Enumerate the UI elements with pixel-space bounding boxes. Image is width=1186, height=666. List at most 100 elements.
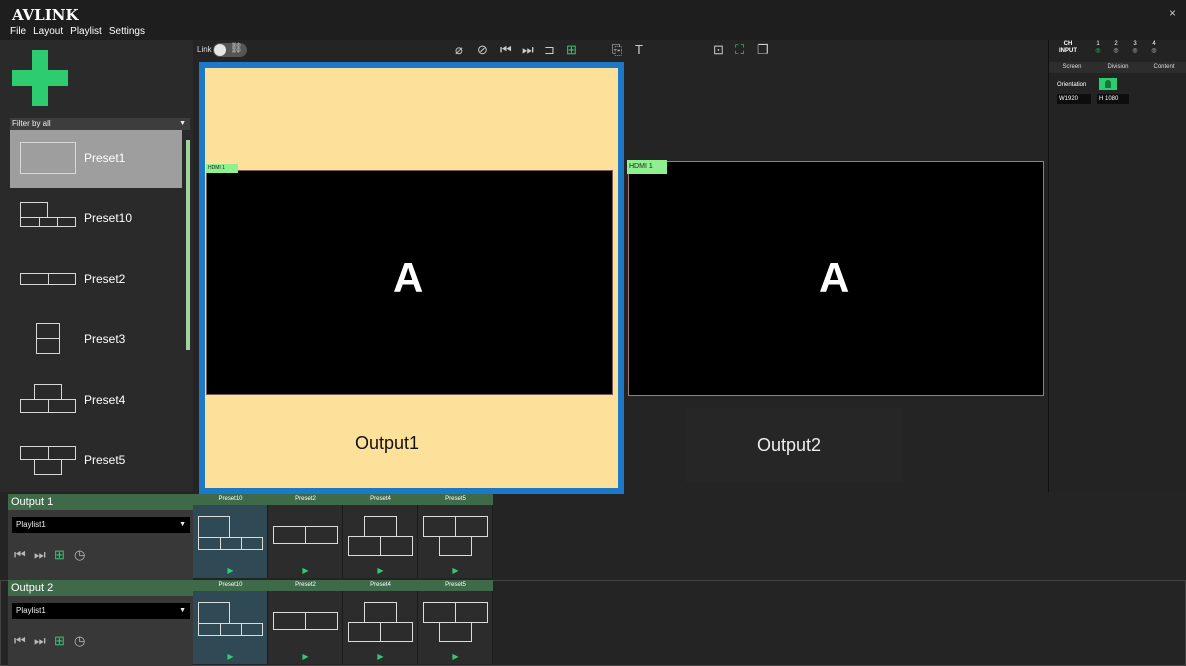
preset-layout-icon <box>348 602 413 644</box>
preset-layout-icon <box>20 202 76 234</box>
output1-playlist-row: Output 1 Playlist1 ▼ ⏮ ⏭ ⊞ ◷ Preset10 ▶ … <box>0 494 1186 580</box>
next-icon[interactable]: ⏭ <box>34 633 46 649</box>
preset-layout-icon <box>20 444 76 476</box>
playlist-item-title: Preset5 <box>418 494 493 505</box>
preset-layout-icon <box>273 602 338 644</box>
grid-icon[interactable]: ⊞ <box>54 547 65 563</box>
add-preset-button[interactable] <box>12 50 68 106</box>
playlist-dropdown[interactable]: Playlist1 ▼ <box>12 603 190 619</box>
output1-window[interactable]: A <box>206 170 613 395</box>
preset-panel: Filter by all ▼ Preset1 Preset10 Preset2… <box>0 40 193 492</box>
orientation-portrait-icon[interactable] <box>1099 78 1117 90</box>
preset-item-5[interactable]: Preset5 <box>10 432 182 490</box>
playlist-item[interactable]: Preset5 ▶ <box>418 580 493 664</box>
plus-icon-stem <box>32 50 48 106</box>
playlist-item[interactable]: Preset10 ▶ <box>193 494 268 578</box>
chevron-down-icon: ▼ <box>179 521 186 528</box>
input-icon: ◎ <box>1113 48 1119 54</box>
channel-1[interactable]: 1 ◎ <box>1092 41 1104 55</box>
chevron-down-icon: ▼ <box>179 607 186 614</box>
link-toggle[interactable]: ⛓ <box>213 43 247 57</box>
close-button[interactable]: × <box>1169 6 1176 20</box>
channel-number: 1 <box>1096 41 1100 47</box>
play-icon[interactable]: ▶ <box>268 652 343 661</box>
preset-layout-icon <box>273 516 338 558</box>
menu-settings[interactable]: Settings <box>109 26 145 37</box>
output1-controls: Output 1 Playlist1 ▼ ⏮ ⏭ ⊞ ◷ <box>8 494 193 580</box>
play-icon[interactable]: ▶ <box>268 566 343 575</box>
output2-window[interactable]: A <box>628 161 1044 396</box>
prev-icon[interactable]: ⏮ <box>14 633 26 649</box>
channel-number: 3 <box>1133 41 1137 47</box>
text-icon[interactable]: T <box>635 42 643 58</box>
hide-icon[interactable]: ⌀ <box>455 42 463 58</box>
playlist-item[interactable]: Preset5 ▶ <box>418 494 493 578</box>
preset-item-1[interactable]: Preset1 <box>10 130 182 188</box>
preset-layout-icon <box>198 602 263 644</box>
tab-screen[interactable]: Screen <box>1049 62 1095 73</box>
clock-icon[interactable]: ◷ <box>74 547 85 563</box>
lock-icon[interactable]: ⛶ <box>735 42 744 58</box>
channel-2[interactable]: 2 ◎ <box>1110 41 1122 55</box>
tab-content[interactable]: Content <box>1141 62 1186 73</box>
align-icon[interactable]: ⊡ <box>713 42 724 58</box>
tab-division[interactable]: Division <box>1095 62 1141 73</box>
menu-layout[interactable]: Layout <box>33 26 63 37</box>
output-name: Output 1 <box>8 494 193 510</box>
width-field[interactable]: W1920 <box>1057 94 1091 104</box>
toggle-knob <box>214 44 226 56</box>
menu-bar: File Layout Playlist Settings <box>10 26 145 37</box>
play-icon[interactable]: ▶ <box>193 566 268 575</box>
preset-label: Preset5 <box>84 453 126 467</box>
preset-layout-icon <box>20 384 76 416</box>
stretch-icon[interactable]: ⊐ <box>544 42 555 58</box>
preset-label: Preset3 <box>84 332 126 346</box>
playlist-item-title: Preset10 <box>193 580 268 591</box>
input-label: INPUT <box>1059 48 1077 54</box>
menu-file[interactable]: File <box>10 26 26 37</box>
height-field[interactable]: H 1080 <box>1097 94 1129 104</box>
menu-playlist[interactable]: Playlist <box>70 26 102 37</box>
playlist-item[interactable]: Preset10 ▶ <box>193 580 268 664</box>
layer-icon[interactable]: ❐ <box>757 42 769 58</box>
prev-icon[interactable]: ⏮ <box>14 547 26 563</box>
playlist-value: Playlist1 <box>16 606 46 615</box>
playlist-item[interactable]: Preset4 ▶ <box>343 580 418 664</box>
next-icon[interactable]: ⏭ <box>34 547 46 563</box>
prev-icon[interactable]: ⏮ <box>500 42 512 58</box>
playlist-item-title: Preset5 <box>418 580 493 591</box>
output1-screen[interactable]: A HDMI 1 Output1 <box>199 62 624 494</box>
app-window: AVLINK File Layout Playlist Settings × F… <box>0 0 1186 666</box>
playlist-item[interactable]: Preset2 ▶ <box>268 580 343 664</box>
preset-item-3[interactable]: Preset3 <box>10 311 182 369</box>
export-icon[interactable]: ⎘ <box>612 42 622 58</box>
preset-layout-icon <box>20 323 76 355</box>
channel-3[interactable]: 3 ◎ <box>1129 41 1141 55</box>
play-icon[interactable]: ▶ <box>418 566 493 575</box>
grid-icon[interactable]: ⊞ <box>566 42 577 58</box>
play-icon[interactable]: ▶ <box>418 652 493 661</box>
preset-item-4[interactable]: Preset4 <box>10 372 182 430</box>
hide-all-icon[interactable]: ⊘ <box>477 42 488 58</box>
playlist-dropdown[interactable]: Playlist1 ▼ <box>12 517 190 533</box>
play-icon[interactable]: ▶ <box>343 566 418 575</box>
preset-label: Preset1 <box>84 151 126 165</box>
preset-label: Preset10 <box>84 211 133 225</box>
next-icon[interactable]: ⏭ <box>522 42 534 58</box>
link-label: Link <box>197 45 212 54</box>
output1-label: Output1 <box>355 433 420 453</box>
preset-item-10[interactable]: Preset10 <box>10 190 182 248</box>
channel-4[interactable]: 4 ◎ <box>1148 41 1160 55</box>
playlist-item[interactable]: Preset4 ▶ <box>343 494 418 578</box>
grid-icon[interactable]: ⊞ <box>54 633 65 649</box>
clock-icon[interactable]: ◷ <box>74 633 85 649</box>
output2-playlist-row: Output 2 Playlist1 ▼ ⏮ ⏭ ⊞ ◷ Preset10 ▶ … <box>0 580 1186 666</box>
layout-canvas: A HDMI 1 Output1 A HDMI 1 Output2 <box>193 60 1048 494</box>
playlist-item[interactable]: Preset2 ▶ <box>268 494 343 578</box>
playlist-item-title: Preset4 <box>343 580 418 591</box>
preset-scrollbar[interactable] <box>186 140 190 350</box>
play-icon[interactable]: ▶ <box>343 652 418 661</box>
filter-dropdown[interactable]: Filter by all ▼ <box>10 118 190 130</box>
play-icon[interactable]: ▶ <box>193 652 268 661</box>
preset-item-2[interactable]: Preset2 <box>10 251 182 309</box>
